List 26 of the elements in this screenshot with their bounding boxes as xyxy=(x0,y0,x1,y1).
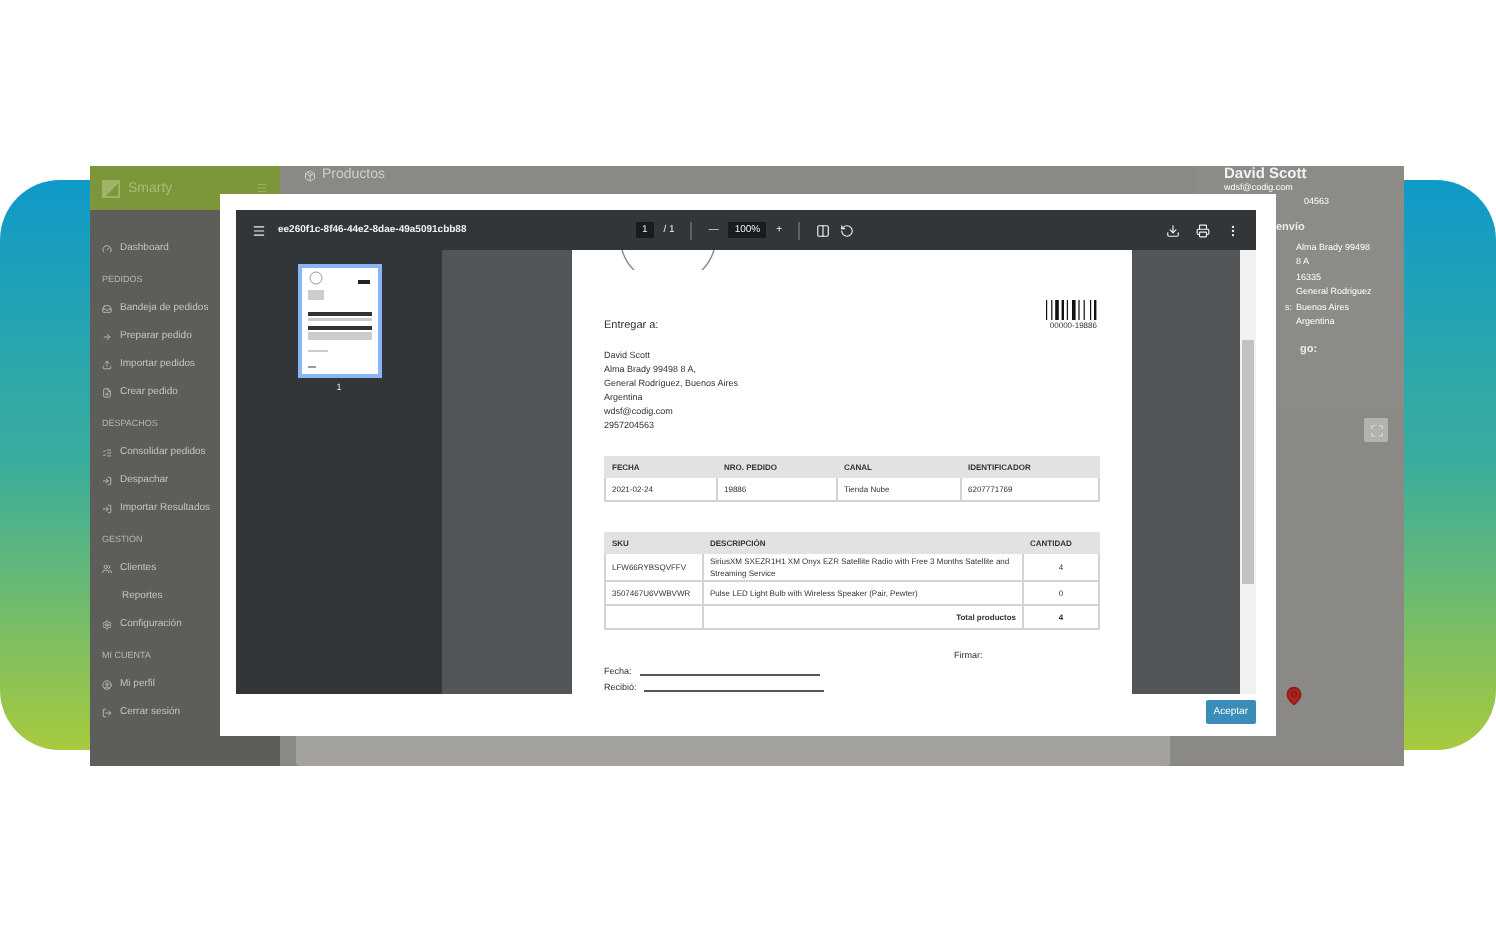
menu-item-icon xyxy=(102,503,112,513)
menu-item-icon xyxy=(102,447,112,457)
menu-item-icon xyxy=(102,243,112,253)
menu-item-icon xyxy=(102,707,112,717)
menu-item-icon xyxy=(102,303,112,313)
menu-item-icon xyxy=(102,387,112,397)
fit-page-icon[interactable] xyxy=(816,223,831,237)
expand-icon xyxy=(1369,423,1383,437)
logo-arc-icon xyxy=(620,250,716,270)
menu-item-icon xyxy=(102,563,112,573)
menu-item-icon xyxy=(102,619,112,629)
barcode-icon xyxy=(1046,300,1100,320)
map-pin-icon[interactable] xyxy=(1284,686,1304,706)
download-icon[interactable] xyxy=(1166,223,1180,237)
more-icon[interactable] xyxy=(1226,223,1240,237)
logo-icon xyxy=(102,179,120,197)
menu-item-icon xyxy=(102,331,112,341)
scrollbar[interactable] xyxy=(1240,250,1256,694)
print-icon[interactable] xyxy=(1196,223,1210,237)
rotate-icon[interactable] xyxy=(840,223,855,237)
page-thumbnail-drawing[interactable] xyxy=(297,264,381,378)
box-icon xyxy=(304,169,316,181)
menu-item-icon xyxy=(102,359,112,369)
menu-item-icon xyxy=(102,679,112,689)
menu-icon[interactable] xyxy=(252,223,266,237)
menu-item-icon xyxy=(102,475,112,485)
